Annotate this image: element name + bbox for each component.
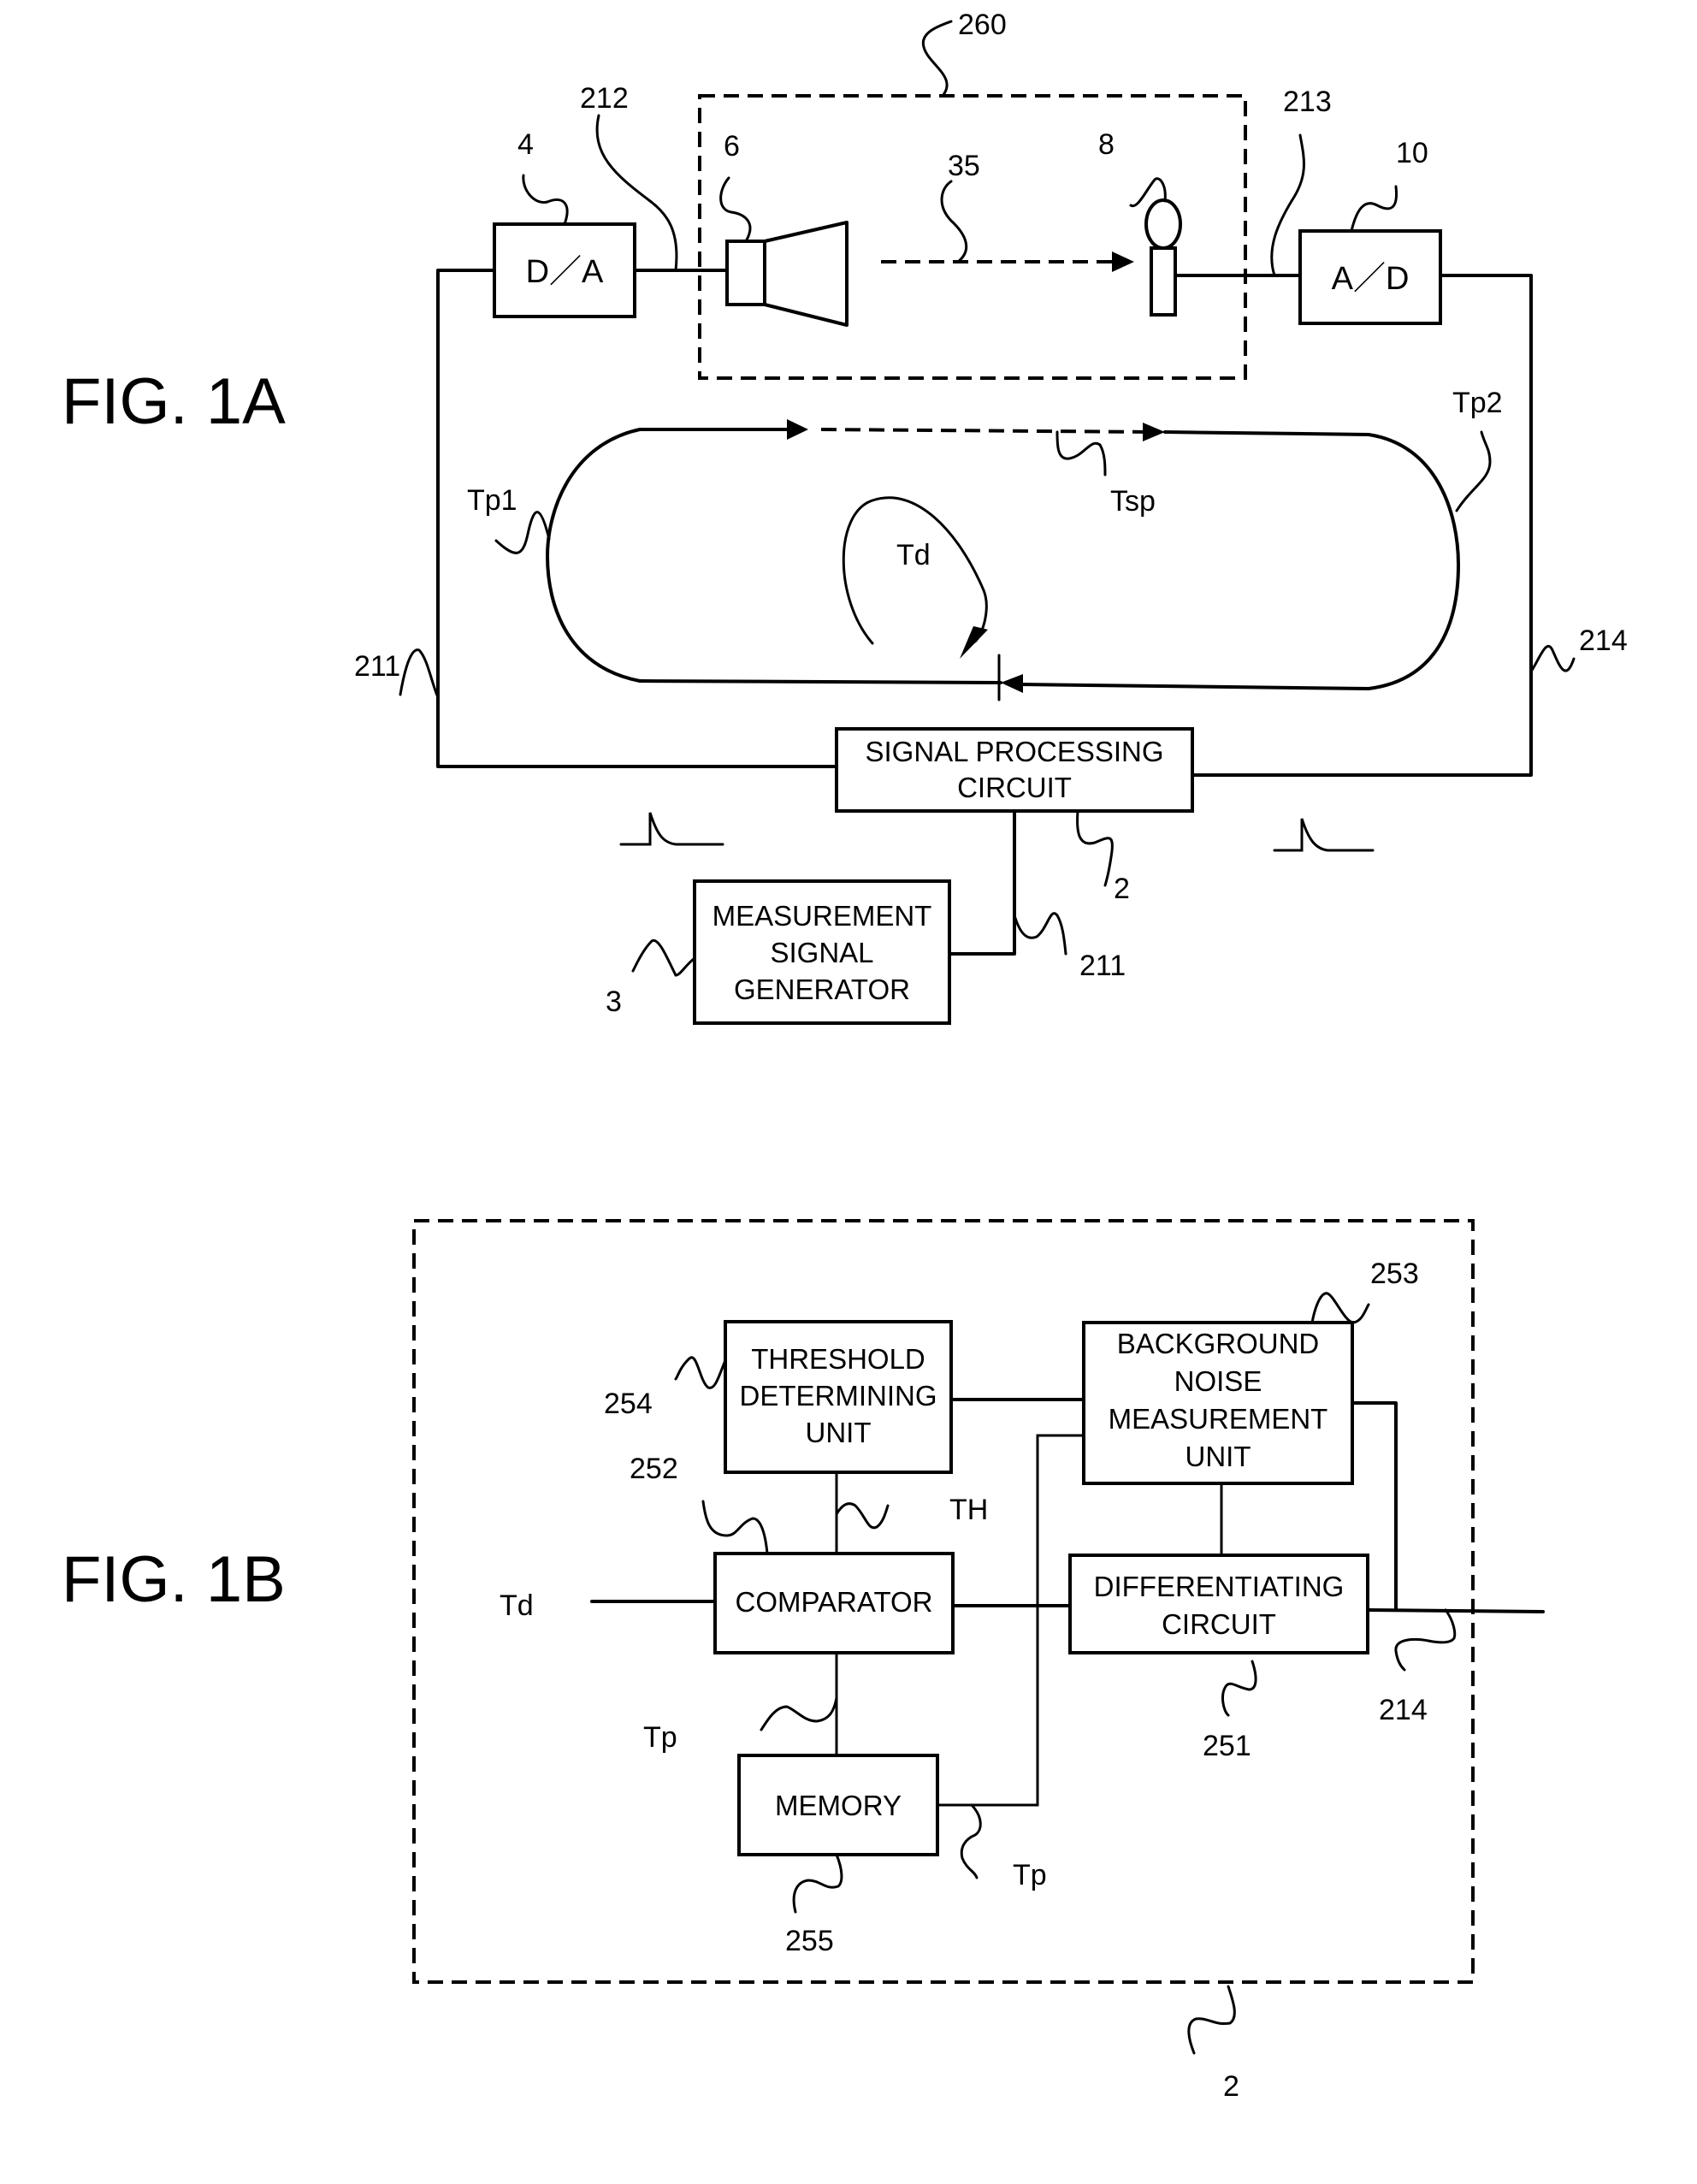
leader-35 (940, 180, 968, 263)
wire-214-right (1189, 274, 1533, 777)
figure-1a: FIG. 1A 260 D／A 4 212 6 35 8 213 A／D 10 … (62, 9, 1628, 1025)
leader-252 (701, 1500, 769, 1555)
loop-right-arc (1367, 433, 1460, 690)
ref-214: 214 (1579, 624, 1628, 657)
loop-tsp-dashed (820, 428, 1156, 434)
loop-arrow-top-right (1143, 423, 1165, 441)
leader-10 (1350, 185, 1398, 233)
speaker-icon-cone (763, 221, 848, 327)
speaker-icon-body (725, 240, 766, 306)
ref-255: 255 (785, 1925, 834, 1957)
td-cycle-arrow (960, 626, 988, 659)
patent-drawing-sheet: FIG. 1A 260 D／A 4 212 6 35 8 213 A／D 10 … (62, 9, 1628, 2103)
leader-253 (1310, 1292, 1370, 1324)
microphone-icon-body (1150, 246, 1177, 317)
microphone-icon-head (1144, 198, 1182, 250)
da-converter-label: D／A (526, 254, 604, 290)
wire-211-bottom (948, 809, 1016, 956)
loop-left-arc (546, 428, 642, 683)
background-noise-label-line4: UNIT (1186, 1441, 1251, 1472)
ref-2b: 2 (1223, 2070, 1239, 2103)
ref-253: 253 (1370, 1258, 1419, 1290)
leader-214b (1394, 1608, 1457, 1672)
ref-2: 2 (1114, 873, 1130, 905)
threshold-label-line3: UNIT (806, 1417, 872, 1448)
label-tp-memory: Tp (1013, 1859, 1047, 1891)
ref-252: 252 (630, 1453, 678, 1485)
background-noise-label-line2: NOISE (1174, 1365, 1262, 1397)
ref-211-left: 211 (354, 650, 400, 683)
leader-251 (1221, 1660, 1257, 1717)
label-td: Td (896, 539, 931, 571)
leader-tp1 (494, 511, 551, 554)
leader-255 (792, 1853, 843, 1914)
leader-6 (719, 176, 752, 243)
label-tsp: Tsp (1110, 485, 1156, 518)
differentiating-label-line1: DIFFERENTIATING (1094, 1571, 1345, 1602)
leader-2 (1076, 809, 1114, 887)
loop-top-right (1163, 430, 1370, 436)
figure-1a-label: FIG. 1A (62, 365, 286, 438)
loop-bottom-left (638, 679, 1002, 684)
leader-tp-memory (936, 1803, 982, 1879)
ref-214b: 214 (1379, 1694, 1428, 1726)
leader-2b (1187, 1985, 1236, 2055)
ref-251: 251 (1203, 1730, 1251, 1762)
wire-211-left (436, 269, 838, 768)
label-th: TH (949, 1494, 988, 1526)
ref-4: 4 (517, 128, 534, 161)
ad-converter-label: A／D (1332, 261, 1410, 297)
ref-213: 213 (1283, 86, 1332, 118)
leader-th (835, 1502, 890, 1530)
pulse-icon-right (1273, 818, 1375, 852)
loop-bottom-right (1018, 683, 1370, 690)
sound-arrow-head (1112, 252, 1134, 272)
measurement-generator-label-line2: SIGNAL (770, 937, 873, 968)
leader-214 (1529, 644, 1576, 673)
figure-1b-label: FIG. 1B (62, 1543, 286, 1616)
measurement-generator-label-line3: GENERATOR (734, 974, 910, 1005)
ref-260: 260 (958, 9, 1007, 41)
threshold-label-line2: DETERMINING (740, 1380, 937, 1412)
loop-arrow-top-left (787, 419, 808, 440)
leader-211-bottom (1013, 912, 1067, 956)
loop-arrow-bottom (1001, 674, 1023, 693)
leader-211-left (399, 648, 440, 699)
leader-tp-comparator (760, 1696, 838, 1731)
leader-254 (674, 1356, 727, 1389)
threshold-label-line1: THRESHOLD (751, 1343, 925, 1375)
pulse-icon-left (619, 812, 724, 846)
ref-212: 212 (580, 82, 629, 115)
memory-label-text: MEMORY (775, 1790, 902, 1821)
leader-4 (522, 174, 569, 226)
leader-tsp (1055, 430, 1107, 476)
ref-6: 6 (724, 130, 740, 163)
figure-1b: FIG. 1B 2 THRESHOLD DETERMINING UNIT 254… (62, 1219, 1545, 2103)
signal-processing-label-line2: CIRCUIT (957, 772, 1072, 803)
differentiating-label-line2: CIRCUIT (1162, 1608, 1276, 1640)
leader-tp2 (1455, 430, 1492, 512)
label-tp2: Tp2 (1452, 387, 1503, 419)
wire-214-input (1366, 1608, 1545, 1613)
background-noise-label-line1: BACKGROUND (1117, 1328, 1320, 1359)
label-td-input: Td (500, 1589, 534, 1622)
ref-35: 35 (948, 150, 980, 182)
ref-8: 8 (1098, 128, 1115, 161)
label-tp-comparator: Tp (643, 1721, 677, 1754)
ref-211-bottom: 211 (1079, 950, 1126, 982)
label-tp1: Tp1 (467, 484, 517, 517)
wire-memory-background (970, 1434, 1085, 1807)
ref-254: 254 (604, 1388, 653, 1420)
ref-10: 10 (1396, 137, 1428, 169)
leader-260 (921, 20, 953, 98)
leader-3 (631, 938, 696, 977)
background-noise-label-line3: MEASUREMENT (1109, 1403, 1328, 1435)
ref-3: 3 (606, 985, 622, 1018)
signal-processing-label-line1: SIGNAL PROCESSING (865, 736, 1163, 767)
measurement-generator-label-line1: MEASUREMENT (713, 900, 932, 932)
comparator-label: COMPARATOR (735, 1586, 932, 1618)
